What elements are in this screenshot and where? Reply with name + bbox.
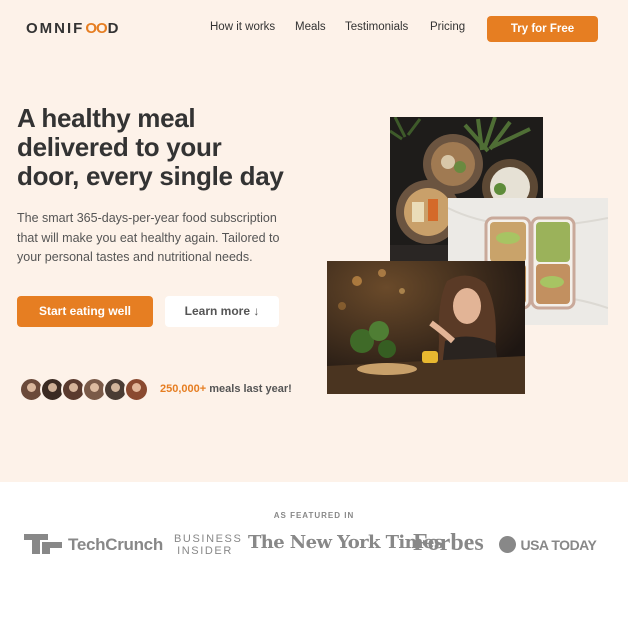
learn-more-button[interactable]: Learn more ↓ bbox=[165, 296, 279, 327]
logo-infinity: OO bbox=[85, 20, 107, 37]
nav-pricing[interactable]: Pricing bbox=[430, 21, 465, 33]
featured-in-label: AS FEATURED IN bbox=[273, 511, 355, 520]
usa-today-circle-icon bbox=[499, 536, 516, 554]
nav-testimonials[interactable]: Testimonials bbox=[345, 21, 408, 33]
woman-eating-photo bbox=[327, 261, 525, 394]
hero-title: A healthy meal delivered to your door, e… bbox=[17, 103, 284, 191]
omnifood-logo[interactable]: OMNIFOOD bbox=[26, 20, 121, 37]
meals-served-text: 250,000+ meals last year! bbox=[160, 383, 292, 395]
forbes-logo: Forbes bbox=[413, 530, 484, 556]
try-for-free-button[interactable]: Try for Free bbox=[487, 16, 598, 42]
nav-meals[interactable]: Meals bbox=[295, 21, 326, 33]
usa-today-logo: USA TODAY bbox=[499, 536, 597, 554]
nav-how-it-works[interactable]: How it works bbox=[210, 21, 275, 33]
business-insider-logo: BUSINESS INSIDER bbox=[174, 533, 243, 557]
hero-description: The smart 365-days-per-year food subscri… bbox=[17, 211, 280, 264]
customer-avatar bbox=[124, 377, 149, 402]
featured-in-section bbox=[0, 482, 628, 628]
header: OMNIFOOD How it works Meals Testimonials… bbox=[0, 0, 628, 58]
start-eating-well-button[interactable]: Start eating well bbox=[17, 296, 153, 327]
